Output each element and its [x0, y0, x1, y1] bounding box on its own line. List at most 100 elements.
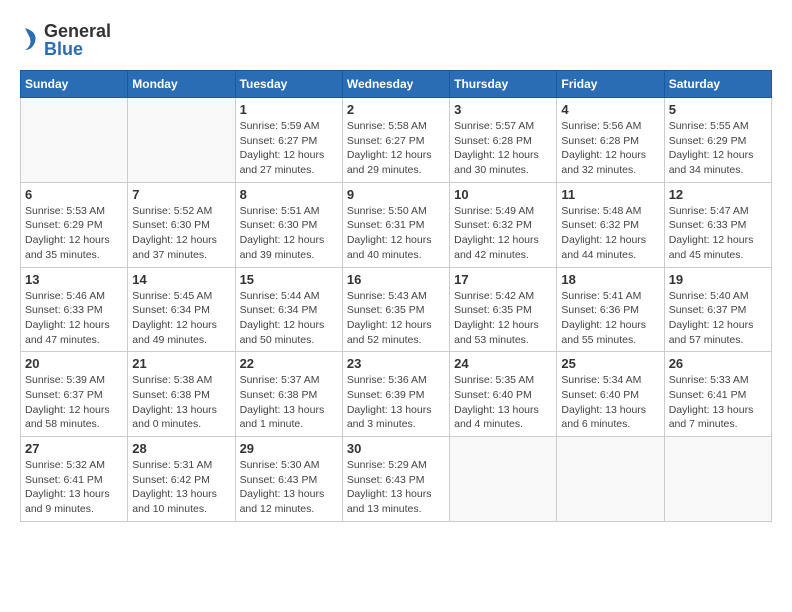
- calendar-cell: 23 Sunrise: 5:36 AM Sunset: 6:39 PM Dayli…: [342, 352, 449, 437]
- calendar-cell: 21 Sunrise: 5:38 AM Sunset: 6:38 PM Dayli…: [128, 352, 235, 437]
- calendar-cell: 10Sunrise: 5:49 AM Sunset: 6:32 PM Dayli…: [450, 182, 557, 267]
- day-number: 4: [561, 102, 659, 117]
- day-number: 30: [347, 441, 445, 456]
- calendar-cell: 12Sunrise: 5:47 AM Sunset: 6:33 PM Dayli…: [664, 182, 771, 267]
- day-info: Sunrise: 5:45 AM Sunset: 6:34 PM Dayligh…: [132, 289, 230, 348]
- day-number: 29: [240, 441, 338, 456]
- calendar-cell: 16 Sunrise: 5:43 AM Sunset: 6:35 PM Dayli…: [342, 267, 449, 352]
- calendar-cell: [557, 437, 664, 522]
- logo-arrow-icon: [20, 20, 40, 60]
- day-number: 26: [669, 356, 767, 371]
- calendar-cell: 8 Sunrise: 5:51 AM Sunset: 6:30 PM Daylig…: [235, 182, 342, 267]
- day-info: Sunrise: 5:33 AM Sunset: 6:41 PM Dayligh…: [669, 373, 767, 432]
- day-info: Sunrise: 5:59 AM Sunset: 6:27 PM Dayligh…: [240, 119, 338, 178]
- calendar-cell: [450, 437, 557, 522]
- day-number: 5: [669, 102, 767, 117]
- day-number: 24: [454, 356, 552, 371]
- day-info: Sunrise: 5:35 AM Sunset: 6:40 PM Dayligh…: [454, 373, 552, 432]
- calendar-cell: 29 Sunrise: 5:30 AM Sunset: 6:43 PM Dayli…: [235, 437, 342, 522]
- calendar-week-row: 1 Sunrise: 5:59 AM Sunset: 6:27 PM Daylig…: [21, 98, 772, 183]
- day-number: 16: [347, 272, 445, 287]
- day-number: 12: [669, 187, 767, 202]
- calendar-cell: [664, 437, 771, 522]
- day-number: 28: [132, 441, 230, 456]
- day-number: 8: [240, 187, 338, 202]
- day-info: Sunrise: 5:44 AM Sunset: 6:34 PM Dayligh…: [240, 289, 338, 348]
- calendar-header-row: SundayMondayTuesdayWednesdayThursdayFrid…: [21, 71, 772, 98]
- calendar-cell: 17 Sunrise: 5:42 AM Sunset: 6:35 PM Dayli…: [450, 267, 557, 352]
- day-info: Sunrise: 5:38 AM Sunset: 6:38 PM Dayligh…: [132, 373, 230, 432]
- day-info: Sunrise: 5:42 AM Sunset: 6:35 PM Dayligh…: [454, 289, 552, 348]
- calendar-cell: 19Sunrise: 5:40 AM Sunset: 6:37 PM Dayli…: [664, 267, 771, 352]
- day-info: Sunrise: 5:58 AM Sunset: 6:27 PM Dayligh…: [347, 119, 445, 178]
- day-number: 2: [347, 102, 445, 117]
- calendar-cell: 3Sunrise: 5:57 AM Sunset: 6:28 PM Daylig…: [450, 98, 557, 183]
- day-info: Sunrise: 5:29 AM Sunset: 6:43 PM Dayligh…: [347, 458, 445, 517]
- day-number: 25: [561, 356, 659, 371]
- day-info: Sunrise: 5:36 AM Sunset: 6:39 PM Dayligh…: [347, 373, 445, 432]
- calendar-cell: 14 Sunrise: 5:45 AM Sunset: 6:34 PM Dayli…: [128, 267, 235, 352]
- day-header-wednesday: Wednesday: [342, 71, 449, 98]
- day-info: Sunrise: 5:43 AM Sunset: 6:35 PM Dayligh…: [347, 289, 445, 348]
- calendar-cell: 9Sunrise: 5:50 AM Sunset: 6:31 PM Daylig…: [342, 182, 449, 267]
- day-info: Sunrise: 5:41 AM Sunset: 6:36 PM Dayligh…: [561, 289, 659, 348]
- calendar-week-row: 20Sunrise: 5:39 AM Sunset: 6:37 PM Dayli…: [21, 352, 772, 437]
- day-number: 7: [132, 187, 230, 202]
- day-number: 18: [561, 272, 659, 287]
- calendar-cell: 26 Sunrise: 5:33 AM Sunset: 6:41 PM Dayli…: [664, 352, 771, 437]
- calendar-cell: 27 Sunrise: 5:32 AM Sunset: 6:41 PM Dayli…: [21, 437, 128, 522]
- day-number: 13: [25, 272, 123, 287]
- day-number: 23: [347, 356, 445, 371]
- day-info: Sunrise: 5:34 AM Sunset: 6:40 PM Dayligh…: [561, 373, 659, 432]
- day-info: Sunrise: 5:52 AM Sunset: 6:30 PM Dayligh…: [132, 204, 230, 263]
- day-header-saturday: Saturday: [664, 71, 771, 98]
- calendar-cell: 25 Sunrise: 5:34 AM Sunset: 6:40 PM Dayli…: [557, 352, 664, 437]
- header: GeneralBlue: [20, 20, 772, 60]
- day-number: 9: [347, 187, 445, 202]
- day-number: 15: [240, 272, 338, 287]
- day-number: 27: [25, 441, 123, 456]
- day-number: 1: [240, 102, 338, 117]
- day-header-monday: Monday: [128, 71, 235, 98]
- day-info: Sunrise: 5:40 AM Sunset: 6:37 PM Dayligh…: [669, 289, 767, 348]
- calendar-week-row: 27 Sunrise: 5:32 AM Sunset: 6:41 PM Dayli…: [21, 437, 772, 522]
- calendar-cell: 30 Sunrise: 5:29 AM Sunset: 6:43 PM Dayli…: [342, 437, 449, 522]
- calendar-cell: [128, 98, 235, 183]
- day-header-friday: Friday: [557, 71, 664, 98]
- calendar-cell: 20Sunrise: 5:39 AM Sunset: 6:37 PM Dayli…: [21, 352, 128, 437]
- day-info: Sunrise: 5:57 AM Sunset: 6:28 PM Dayligh…: [454, 119, 552, 178]
- day-info: Sunrise: 5:30 AM Sunset: 6:43 PM Dayligh…: [240, 458, 338, 517]
- calendar-cell: 1 Sunrise: 5:59 AM Sunset: 6:27 PM Daylig…: [235, 98, 342, 183]
- day-number: 14: [132, 272, 230, 287]
- logo-general-text: General: [44, 22, 111, 40]
- calendar-cell: 18 Sunrise: 5:41 AM Sunset: 6:36 PM Dayli…: [557, 267, 664, 352]
- day-number: 17: [454, 272, 552, 287]
- day-info: Sunrise: 5:56 AM Sunset: 6:28 PM Dayligh…: [561, 119, 659, 178]
- calendar-cell: 2 Sunrise: 5:58 AM Sunset: 6:27 PM Daylig…: [342, 98, 449, 183]
- day-info: Sunrise: 5:32 AM Sunset: 6:41 PM Dayligh…: [25, 458, 123, 517]
- day-info: Sunrise: 5:46 AM Sunset: 6:33 PM Dayligh…: [25, 289, 123, 348]
- day-number: 20: [25, 356, 123, 371]
- logo: GeneralBlue: [20, 20, 111, 60]
- calendar-cell: 28 Sunrise: 5:31 AM Sunset: 6:42 PM Dayli…: [128, 437, 235, 522]
- calendar-cell: [21, 98, 128, 183]
- calendar-cell: 15 Sunrise: 5:44 AM Sunset: 6:34 PM Dayli…: [235, 267, 342, 352]
- day-number: 11: [561, 187, 659, 202]
- calendar-cell: 4 Sunrise: 5:56 AM Sunset: 6:28 PM Daylig…: [557, 98, 664, 183]
- calendar-week-row: 13 Sunrise: 5:46 AM Sunset: 6:33 PM Dayli…: [21, 267, 772, 352]
- calendar-cell: 24 Sunrise: 5:35 AM Sunset: 6:40 PM Dayli…: [450, 352, 557, 437]
- calendar-cell: 22Sunrise: 5:37 AM Sunset: 6:38 PM Dayli…: [235, 352, 342, 437]
- day-header-tuesday: Tuesday: [235, 71, 342, 98]
- day-info: Sunrise: 5:31 AM Sunset: 6:42 PM Dayligh…: [132, 458, 230, 517]
- day-info: Sunrise: 5:48 AM Sunset: 6:32 PM Dayligh…: [561, 204, 659, 263]
- day-info: Sunrise: 5:51 AM Sunset: 6:30 PM Dayligh…: [240, 204, 338, 263]
- day-number: 22: [240, 356, 338, 371]
- calendar-cell: 6Sunrise: 5:53 AM Sunset: 6:29 PM Daylig…: [21, 182, 128, 267]
- calendar-table: SundayMondayTuesdayWednesdayThursdayFrid…: [20, 70, 772, 522]
- day-info: Sunrise: 5:55 AM Sunset: 6:29 PM Dayligh…: [669, 119, 767, 178]
- logo-blue-text: Blue: [44, 40, 111, 58]
- calendar-cell: 5 Sunrise: 5:55 AM Sunset: 6:29 PM Daylig…: [664, 98, 771, 183]
- day-number: 21: [132, 356, 230, 371]
- calendar-cell: 13 Sunrise: 5:46 AM Sunset: 6:33 PM Dayli…: [21, 267, 128, 352]
- day-info: Sunrise: 5:49 AM Sunset: 6:32 PM Dayligh…: [454, 204, 552, 263]
